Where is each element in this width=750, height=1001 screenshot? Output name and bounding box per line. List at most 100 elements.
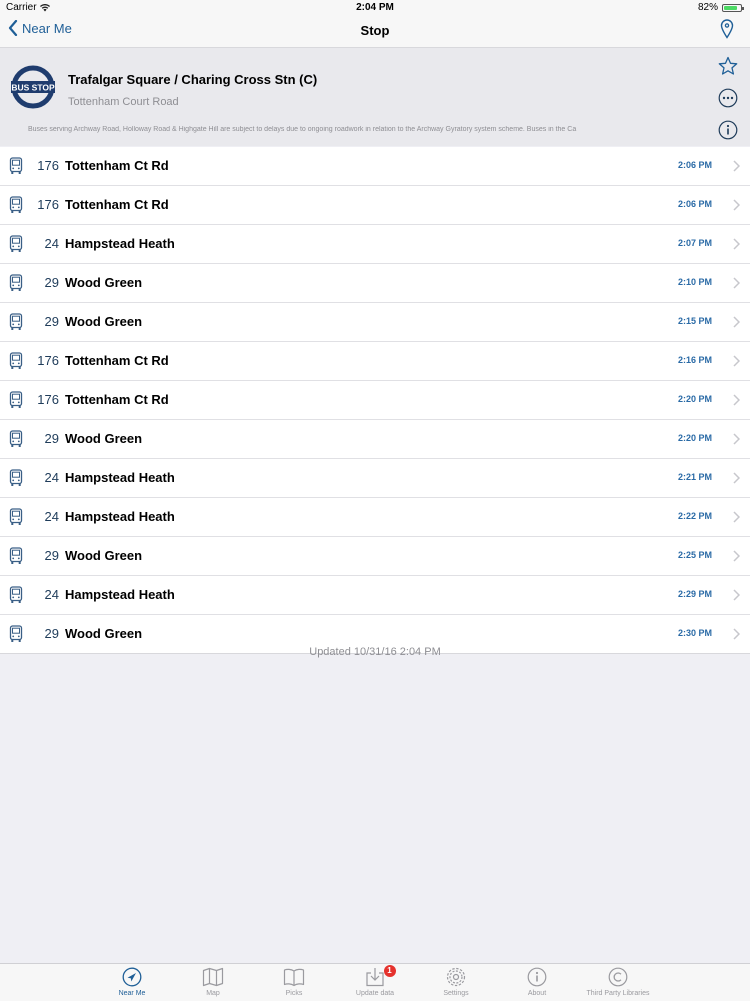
arrival-row[interactable]: 176 Tottenham Ct Rd 2:16 PM <box>0 342 750 381</box>
chevron-right-icon <box>733 315 741 333</box>
map-pin-button[interactable] <box>720 19 734 44</box>
chevron-right-icon <box>733 393 741 411</box>
bus-icon <box>9 625 23 648</box>
bus-icon <box>9 430 23 453</box>
chevron-right-icon <box>733 354 741 372</box>
destination: Wood Green <box>65 431 143 446</box>
badge-count: 1 <box>383 965 396 977</box>
arrival-time: 2:22 PM <box>677 511 712 521</box>
destination: Hampstead Heath <box>65 509 175 524</box>
battery-icon <box>722 3 744 12</box>
chevron-right-icon <box>733 159 741 177</box>
tab-bar: Near Me Map Picks 1 Update data Settings About… <box>0 963 750 1001</box>
favorite-button[interactable] <box>718 56 738 81</box>
tab-near-me[interactable]: Near Me <box>92 964 173 1001</box>
destination: Tottenham Ct Rd <box>65 392 169 407</box>
tab-settings[interactable]: Settings <box>416 964 497 1001</box>
arrival-time: 2:06 PM <box>677 199 712 209</box>
route-number: 176 <box>37 197 59 212</box>
arrival-row[interactable]: 176 Tottenham Ct Rd 2:20 PM <box>0 381 750 420</box>
chevron-right-icon <box>733 471 741 489</box>
chevron-right-icon <box>733 237 741 255</box>
bus-icon <box>9 157 23 180</box>
arrival-time: 2:25 PM <box>677 550 712 560</box>
bus-icon <box>9 547 23 570</box>
destination: Wood Green <box>65 275 143 290</box>
battery-status: 82% <box>698 2 744 13</box>
tab-label: About <box>527 990 547 997</box>
arrival-row[interactable]: 176 Tottenham Ct Rd 2:06 PM <box>0 147 750 186</box>
book-icon <box>283 967 305 992</box>
arrival-row[interactable]: 29 Wood Green 2:10 PM <box>0 264 750 303</box>
bus-stop-logo: BUS STOP <box>11 65 55 109</box>
battery-level <box>724 5 738 10</box>
tab-third-party-libraries[interactable]: Third Party Libraries <box>578 964 659 1001</box>
arrival-row[interactable]: 176 Tottenham Ct Rd 2:06 PM <box>0 186 750 225</box>
bus-icon <box>9 586 23 609</box>
destination: Wood Green <box>65 548 143 563</box>
destination: Hampstead Heath <box>65 587 175 602</box>
arrival-row[interactable]: 24 Hampstead Heath 2:22 PM <box>0 498 750 537</box>
bus-icon <box>9 391 23 414</box>
destination: Hampstead Heath <box>65 470 175 485</box>
arrival-time: 2:20 PM <box>677 394 712 404</box>
route-number: 29 <box>44 431 59 446</box>
route-number: 176 <box>37 158 59 173</box>
destination: Tottenham Ct Rd <box>65 158 169 173</box>
destination: Tottenham Ct Rd <box>65 353 169 368</box>
arrival-time: 2:15 PM <box>677 316 712 326</box>
tab-label: Settings <box>443 990 469 997</box>
status-bar: Carrier 2:04 PM 82% <box>0 0 750 14</box>
map-icon <box>202 967 224 992</box>
updated-timestamp: Updated 10/31/16 2:04 PM <box>309 646 441 658</box>
arrival-time: 2:10 PM <box>677 277 712 287</box>
route-number: 24 <box>44 587 59 602</box>
stop-towards: Tottenham Court Road <box>68 96 179 108</box>
destination: Hampstead Heath <box>65 236 175 251</box>
tab-picks[interactable]: Picks <box>254 964 335 1001</box>
route-number: 176 <box>37 353 59 368</box>
service-notice: Buses serving Archway Road, Holloway Roa… <box>28 126 577 133</box>
bus-icon <box>9 352 23 375</box>
arrival-row[interactable]: 24 Hampstead Heath 2:07 PM <box>0 225 750 264</box>
download-icon <box>365 967 385 992</box>
gear-icon <box>446 967 466 992</box>
more-button[interactable] <box>718 88 738 113</box>
arrival-row[interactable]: 29 Wood Green 2:20 PM <box>0 420 750 459</box>
arrivals-list: 176 Tottenham Ct Rd 2:06 PM 176 Tottenham Ct… <box>0 147 750 654</box>
destination: Wood Green <box>65 314 143 329</box>
route-number: 29 <box>44 314 59 329</box>
info-icon <box>527 967 547 992</box>
tab-map[interactable]: Map <box>173 964 254 1001</box>
navigation-bar: Near Me Stop <box>0 14 750 48</box>
arrival-time: 2:29 PM <box>677 589 712 599</box>
arrival-time: 2:07 PM <box>677 238 712 248</box>
tab-about[interactable]: About <box>497 964 578 1001</box>
arrival-row[interactable]: 29 Wood Green 2:15 PM <box>0 303 750 342</box>
tab-label: Map <box>206 990 220 997</box>
bus-icon <box>9 274 23 297</box>
arrival-time: 2:16 PM <box>677 355 712 365</box>
location-arrow-icon <box>122 967 142 992</box>
arrival-row[interactable]: 24 Hampstead Heath 2:21 PM <box>0 459 750 498</box>
tab-update-data[interactable]: 1 Update data <box>335 964 416 1001</box>
route-number: 176 <box>37 392 59 407</box>
bus-icon <box>9 235 23 258</box>
stop-info-button[interactable] <box>718 120 738 145</box>
route-number: 29 <box>44 548 59 563</box>
chevron-right-icon <box>733 549 741 567</box>
arrival-row[interactable]: 24 Hampstead Heath 2:29 PM <box>0 576 750 615</box>
arrival-time: 2:06 PM <box>677 160 712 170</box>
tab-label: Third Party Libraries <box>586 990 650 997</box>
bus-icon <box>9 196 23 219</box>
arrival-time: 2:21 PM <box>677 472 712 482</box>
more-icon <box>718 88 738 108</box>
arrival-row[interactable]: 29 Wood Green 2:25 PM <box>0 537 750 576</box>
route-number: 29 <box>44 275 59 290</box>
copyright-icon <box>608 967 628 992</box>
bus-icon <box>9 469 23 492</box>
arrival-time: 2:20 PM <box>677 433 712 443</box>
page-title: Stop <box>360 23 390 38</box>
chevron-right-icon <box>733 588 741 606</box>
info-icon <box>718 120 738 140</box>
